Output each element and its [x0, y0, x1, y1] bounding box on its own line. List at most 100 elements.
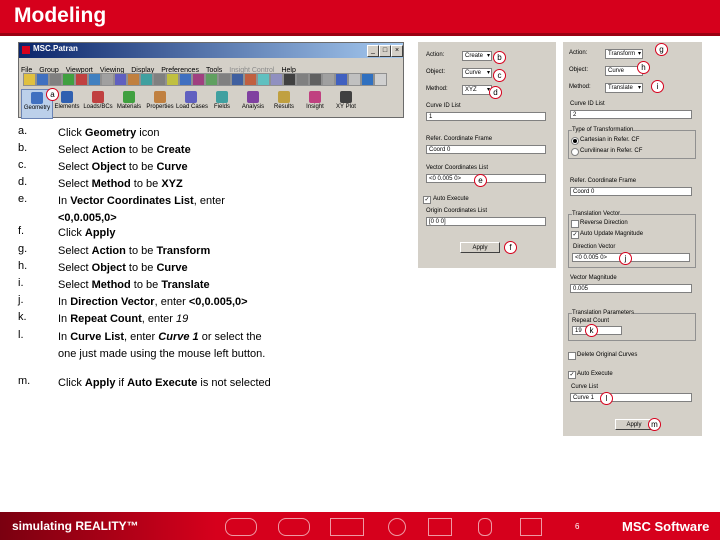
object-dropdown[interactable]: Curve	[462, 68, 492, 78]
ref-coord-field[interactable]: Coord 0	[426, 145, 546, 154]
step-letter: g.	[18, 243, 28, 255]
curvilinear-radio[interactable]	[571, 148, 579, 156]
toolbar-tool-icon[interactable]	[166, 73, 179, 86]
callout-m: m	[648, 418, 661, 431]
step-text: Click Apply if Auto Execute is not selec…	[58, 375, 273, 392]
toolbar-tool-icon[interactable]	[296, 73, 309, 86]
app-analysis-button[interactable]: Analysis	[238, 89, 268, 117]
step-letter: k.	[18, 311, 27, 323]
step-text-part: to be	[130, 279, 162, 291]
toolbar-tool-icon[interactable]	[36, 73, 49, 86]
toolbar-tool-icon[interactable]	[361, 73, 374, 86]
origin-label: Origin Coordinates List	[426, 208, 488, 214]
app-label: Analysis	[241, 104, 265, 110]
transform-type-label: Type of Transformation	[572, 127, 634, 133]
callout-l: l	[600, 392, 613, 405]
person-icon	[478, 518, 492, 536]
car-icon	[278, 518, 310, 536]
step-text-part: Click	[58, 377, 85, 389]
load-cases-icon	[185, 91, 197, 103]
step-text-part: <0,0.005,0>	[58, 212, 117, 224]
app-materials-button[interactable]: Materials	[114, 89, 144, 117]
step-text-part: Direction Vector	[70, 296, 155, 308]
toolbar-tool-icon[interactable]	[140, 73, 153, 86]
auto-execute-label: Auto Execute	[433, 196, 469, 202]
toolbar-tool-icon[interactable]	[49, 73, 62, 86]
app-label: Elements	[54, 104, 80, 110]
direction-vector-label: Direction Vector	[573, 244, 616, 250]
toolbar-tool-icon[interactable]	[114, 73, 127, 86]
origin-coordinates-field[interactable]: [0 0 0]	[426, 217, 546, 226]
train-icon	[330, 518, 364, 536]
minimize-icon[interactable]: _	[367, 45, 379, 57]
auto-update-checkbox[interactable]: ✓	[571, 231, 579, 239]
action-dropdown[interactable]: Create	[462, 51, 492, 61]
app-insight-button[interactable]: Insight	[300, 89, 330, 117]
step-text-part: Curve List	[70, 331, 125, 343]
toolbar-tool-icon[interactable]	[270, 73, 283, 86]
airplane-icon	[225, 518, 257, 536]
action-dropdown[interactable]: Transform	[605, 49, 643, 59]
toolbar-tool-icon[interactable]	[231, 73, 244, 86]
auto-execute-checkbox[interactable]: ✓	[423, 196, 431, 204]
window-titlebar: MSC.Patran _ □ ×	[19, 43, 403, 58]
toolbar-tool-icon[interactable]	[309, 73, 322, 86]
toolbar-tool-icon[interactable]	[205, 73, 218, 86]
toolbar-tool-icon[interactable]	[257, 73, 270, 86]
toolbar-tool-icon[interactable]	[75, 73, 88, 86]
app-loads-bcs-button[interactable]: Loads/BCs	[83, 89, 113, 117]
callout-e: e	[474, 174, 487, 187]
step-text-part: Select	[58, 245, 92, 257]
ref-coord-label: Refer. Coordinate Frame	[426, 136, 493, 142]
step-text-part: , enter	[141, 313, 176, 325]
app-properties-button[interactable]: Properties	[145, 89, 175, 117]
app-fields-button[interactable]: Fields	[207, 89, 237, 117]
maximize-icon[interactable]: □	[379, 45, 391, 57]
toolbar-tool-icon[interactable]	[179, 73, 192, 86]
toolbar-tool-icon[interactable]	[322, 73, 335, 86]
toolbar-tool-icon[interactable]	[153, 73, 166, 86]
method-dropdown[interactable]: XYZ	[462, 85, 492, 95]
toolbar-tool-icon[interactable]	[283, 73, 296, 86]
curvilinear-label: Curvilinear in Refer. CF	[580, 148, 643, 154]
step-text-part: to be	[130, 178, 162, 190]
toolbar-tool-icon[interactable]	[23, 73, 36, 86]
toolbar-tool-icon[interactable]	[374, 73, 387, 86]
toolbar-tool-icon[interactable]	[192, 73, 205, 86]
app-load-cases-button[interactable]: Load Cases	[176, 89, 208, 117]
toolbar-tool-icon[interactable]	[62, 73, 75, 86]
auto-execute-checkbox[interactable]: ✓	[568, 371, 576, 379]
cartesian-radio[interactable]	[571, 137, 579, 145]
app-results-button[interactable]: Results	[269, 89, 299, 117]
footer-tagline: simulating REALITY™	[12, 519, 139, 533]
toolbar-tool-icon[interactable]	[335, 73, 348, 86]
step-text-part: icon	[136, 127, 160, 139]
close-icon[interactable]: ×	[391, 45, 403, 57]
curve-id-field[interactable]: 1	[426, 112, 546, 121]
ref-coord-field[interactable]: Coord 0	[570, 187, 692, 196]
create-curve-panel: Action: Create Object: Curve Method: XYZ…	[418, 42, 556, 268]
callout-j: j	[619, 252, 632, 265]
toolbar-tool-icon[interactable]	[348, 73, 361, 86]
toolbar-tool-icon[interactable]	[244, 73, 257, 86]
step-text-part: Select	[58, 144, 92, 156]
vector-label: Vector Coordinates List	[426, 165, 489, 171]
cartesian-label: Cartesian in Refer. CF	[580, 137, 640, 143]
toolbar-tool-icon[interactable]	[101, 73, 114, 86]
delete-original-checkbox[interactable]	[568, 352, 576, 360]
app-label: Loads/BCs	[83, 104, 113, 110]
curve-list-field[interactable]: Curve 1	[570, 393, 692, 402]
step-text: In Curve List, enter Curve 1 or select t…	[58, 329, 273, 363]
toolbar-tool-icon[interactable]	[218, 73, 231, 86]
transform-curve-panel: Action: Transform Object: Curve Method: …	[563, 42, 702, 436]
vector-magnitude-field[interactable]: 0.005	[570, 284, 692, 293]
method-dropdown[interactable]: Translate	[605, 83, 643, 93]
curve-id-field[interactable]: 2	[570, 110, 692, 119]
step-text-part: is not selected	[197, 377, 271, 389]
app-xy-plot-button[interactable]: XY Plot	[331, 89, 361, 117]
apply-button[interactable]: Apply	[460, 242, 500, 253]
toolbar-tool-icon[interactable]	[88, 73, 101, 86]
toolbar-tool-icon[interactable]	[127, 73, 140, 86]
step-letter: b.	[18, 142, 28, 154]
reverse-direction-checkbox[interactable]	[571, 220, 579, 228]
